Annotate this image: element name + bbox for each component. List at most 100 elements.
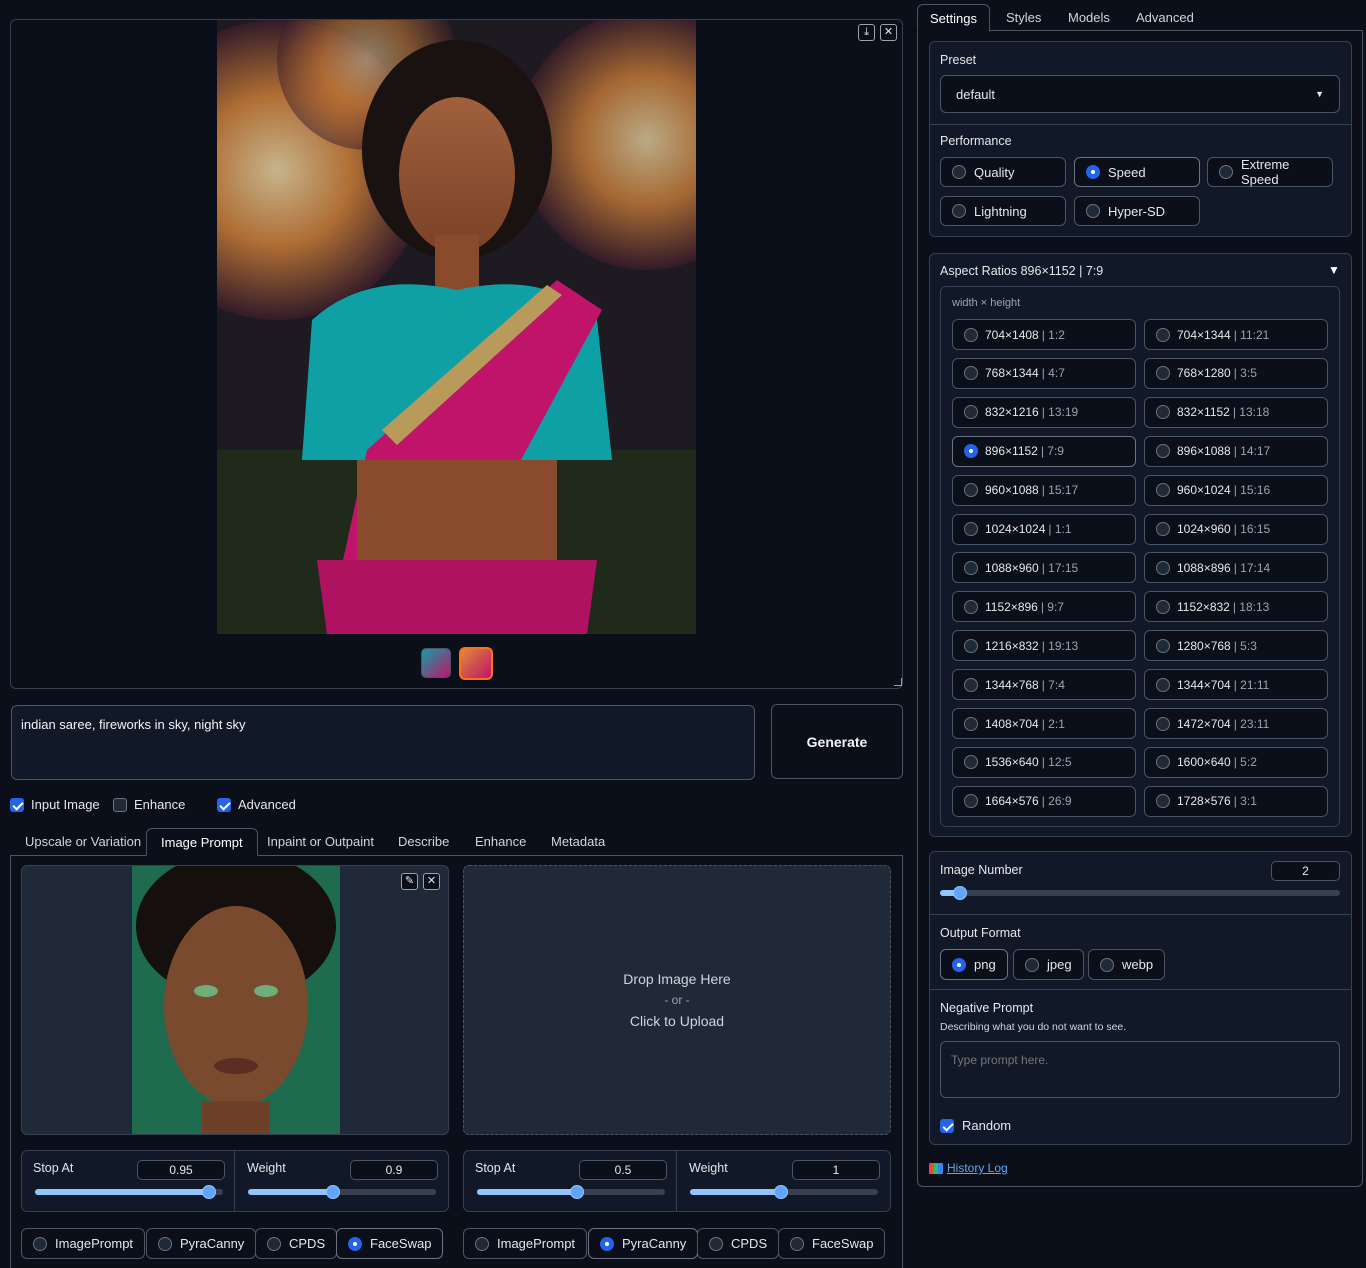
radio[interactable] bbox=[964, 405, 978, 420]
radio[interactable] bbox=[964, 522, 978, 536]
thumbnail-2[interactable] bbox=[459, 647, 493, 680]
aspect-ratio-option[interactable]: 832×1152 | 13:18 bbox=[1144, 396, 1328, 428]
stop-at-slider[interactable] bbox=[477, 1185, 665, 1199]
radio[interactable] bbox=[964, 638, 978, 653]
radio[interactable] bbox=[1156, 599, 1170, 614]
radio[interactable] bbox=[964, 483, 978, 498]
thumbnail-1[interactable] bbox=[421, 648, 451, 678]
radio[interactable] bbox=[964, 716, 978, 731]
download-button[interactable]: ⤓ bbox=[858, 24, 875, 41]
aspect-ratio-option[interactable]: 1152×896 | 9:7 bbox=[952, 591, 1136, 623]
radio[interactable] bbox=[1156, 755, 1170, 770]
radio[interactable] bbox=[1100, 957, 1114, 972]
ip2-type-cpds[interactable]: CPDS bbox=[697, 1228, 780, 1259]
radio[interactable] bbox=[709, 1236, 723, 1251]
aspect-ratio-option[interactable]: 1728×576 | 3:1 bbox=[1144, 785, 1328, 817]
edit-button[interactable]: ✎ bbox=[401, 873, 418, 890]
radio[interactable] bbox=[1219, 165, 1233, 179]
tab-describe[interactable]: Describe bbox=[384, 828, 463, 856]
performance-speed[interactable]: Speed bbox=[1074, 157, 1200, 187]
aspect-ratio-option[interactable]: 1280×768 | 5:3 bbox=[1144, 630, 1328, 662]
performance-lightning[interactable]: Lightning bbox=[940, 196, 1066, 226]
tab-styles[interactable]: Styles bbox=[992, 4, 1055, 32]
radio[interactable] bbox=[600, 1236, 614, 1251]
ip2-type-imageprompt[interactable]: ImagePrompt bbox=[463, 1228, 588, 1259]
aspect-ratio-option[interactable]: 1600×640 | 5:2 bbox=[1144, 746, 1328, 778]
prompt-textarea[interactable]: indian saree, fireworks in sky, night sk… bbox=[11, 705, 755, 780]
ip1-type-pyracanny[interactable]: PyraCanny bbox=[146, 1228, 257, 1259]
radio[interactable] bbox=[1156, 405, 1170, 420]
radio[interactable] bbox=[1156, 794, 1170, 809]
radio[interactable] bbox=[158, 1236, 172, 1251]
image-number-input[interactable]: 2 bbox=[1271, 861, 1340, 881]
aspect-ratio-option[interactable]: 960×1024 | 15:16 bbox=[1144, 474, 1328, 506]
aspect-ratio-option[interactable]: 1024×1024 | 1:1 bbox=[952, 513, 1136, 545]
close-button[interactable]: ✕ bbox=[880, 24, 897, 41]
tab-enhance[interactable]: Enhance bbox=[461, 828, 540, 856]
radio[interactable] bbox=[964, 366, 978, 381]
weight-input[interactable]: 1 bbox=[792, 1160, 880, 1180]
radio[interactable] bbox=[33, 1236, 47, 1251]
aspect-ratio-option[interactable]: 1664×576 | 26:9 bbox=[952, 785, 1136, 817]
generate-button[interactable]: Generate bbox=[771, 704, 903, 779]
stop-at-input[interactable]: 0.95 bbox=[137, 1160, 225, 1180]
radio[interactable] bbox=[952, 165, 966, 179]
radio[interactable] bbox=[1086, 165, 1100, 179]
random-checkbox[interactable] bbox=[940, 1118, 954, 1133]
aspect-ratio-option[interactable]: 768×1280 | 3:5 bbox=[1144, 357, 1328, 389]
ip1-type-faceswap[interactable]: FaceSwap bbox=[336, 1228, 444, 1259]
radio[interactable] bbox=[475, 1236, 489, 1251]
stop-at-input[interactable]: 0.5 bbox=[579, 1160, 667, 1180]
aspect-ratio-option[interactable]: 704×1344 | 11:21 bbox=[1144, 319, 1328, 350]
radio[interactable] bbox=[1086, 204, 1100, 218]
radio[interactable] bbox=[964, 599, 978, 614]
tab-metadata[interactable]: Metadata bbox=[537, 828, 619, 856]
radio[interactable] bbox=[964, 677, 978, 692]
performance-extreme-speed[interactable]: Extreme Speed bbox=[1207, 157, 1333, 187]
aspect-ratio-option[interactable]: 1216×832 | 19:13 bbox=[952, 630, 1136, 662]
aspect-ratio-option[interactable]: 1152×832 | 18:13 bbox=[1144, 591, 1328, 623]
tab-models[interactable]: Models bbox=[1054, 4, 1124, 32]
aspect-ratio-option[interactable]: 704×1408 | 1:2 bbox=[952, 319, 1136, 350]
radio[interactable] bbox=[964, 755, 978, 770]
radio[interactable] bbox=[1156, 638, 1170, 653]
radio[interactable] bbox=[790, 1236, 804, 1251]
tab-inpaint-or-outpaint[interactable]: Inpaint or Outpaint bbox=[253, 828, 388, 856]
aspect-ratio-option[interactable]: 1344×704 | 21:11 bbox=[1144, 669, 1328, 701]
aspect-ratio-option[interactable]: 1472×704 | 23:11 bbox=[1144, 708, 1328, 739]
weight-slider[interactable] bbox=[690, 1185, 878, 1199]
random-toggle[interactable]: Random bbox=[940, 1118, 1011, 1133]
collapse-icon[interactable]: ▼ bbox=[1328, 263, 1340, 277]
radio[interactable] bbox=[1025, 957, 1039, 972]
output-format-jpeg[interactable]: jpeg bbox=[1013, 949, 1084, 980]
enhance-checkbox[interactable] bbox=[113, 797, 127, 812]
upload-dropzone[interactable]: Drop Image Here - or - Click to Upload bbox=[463, 865, 891, 1135]
output-format-webp[interactable]: webp bbox=[1088, 949, 1166, 980]
weight-input[interactable]: 0.9 bbox=[350, 1160, 438, 1180]
weight-slider[interactable] bbox=[248, 1185, 436, 1199]
aspect-ratio-option[interactable]: 960×1088 | 15:17 bbox=[952, 474, 1136, 506]
aspect-ratio-option[interactable]: 896×1152 | 7:9 bbox=[952, 435, 1136, 467]
aspect-ratio-option[interactable]: 1344×768 | 7:4 bbox=[952, 669, 1136, 701]
advanced-checkbox[interactable] bbox=[217, 797, 231, 812]
radio[interactable] bbox=[1156, 444, 1170, 459]
radio[interactable] bbox=[1156, 522, 1170, 536]
toggle-enhance[interactable]: Enhance bbox=[113, 797, 185, 812]
negative-prompt-input[interactable] bbox=[940, 1041, 1340, 1098]
performance-hyper-sd[interactable]: Hyper-SD bbox=[1074, 196, 1200, 226]
radio[interactable] bbox=[964, 444, 978, 459]
radio[interactable] bbox=[1156, 366, 1170, 381]
aspect-ratio-option[interactable]: 832×1216 | 13:19 bbox=[952, 396, 1136, 428]
ip2-type-faceswap[interactable]: FaceSwap bbox=[778, 1228, 886, 1259]
radio[interactable] bbox=[267, 1236, 281, 1251]
radio[interactable] bbox=[348, 1236, 362, 1251]
tab-settings[interactable]: Settings bbox=[917, 4, 990, 32]
radio[interactable] bbox=[1156, 716, 1170, 731]
aspect-ratio-option[interactable]: 1088×896 | 17:14 bbox=[1144, 552, 1328, 584]
aspect-ratio-option[interactable]: 1024×960 | 16:15 bbox=[1144, 513, 1328, 545]
aspect-ratio-option[interactable]: 768×1344 | 4:7 bbox=[952, 357, 1136, 389]
stop-at-slider[interactable] bbox=[35, 1185, 223, 1199]
image-number-slider[interactable] bbox=[940, 886, 1340, 900]
radio[interactable] bbox=[1156, 677, 1170, 692]
performance-quality[interactable]: Quality bbox=[940, 157, 1066, 187]
